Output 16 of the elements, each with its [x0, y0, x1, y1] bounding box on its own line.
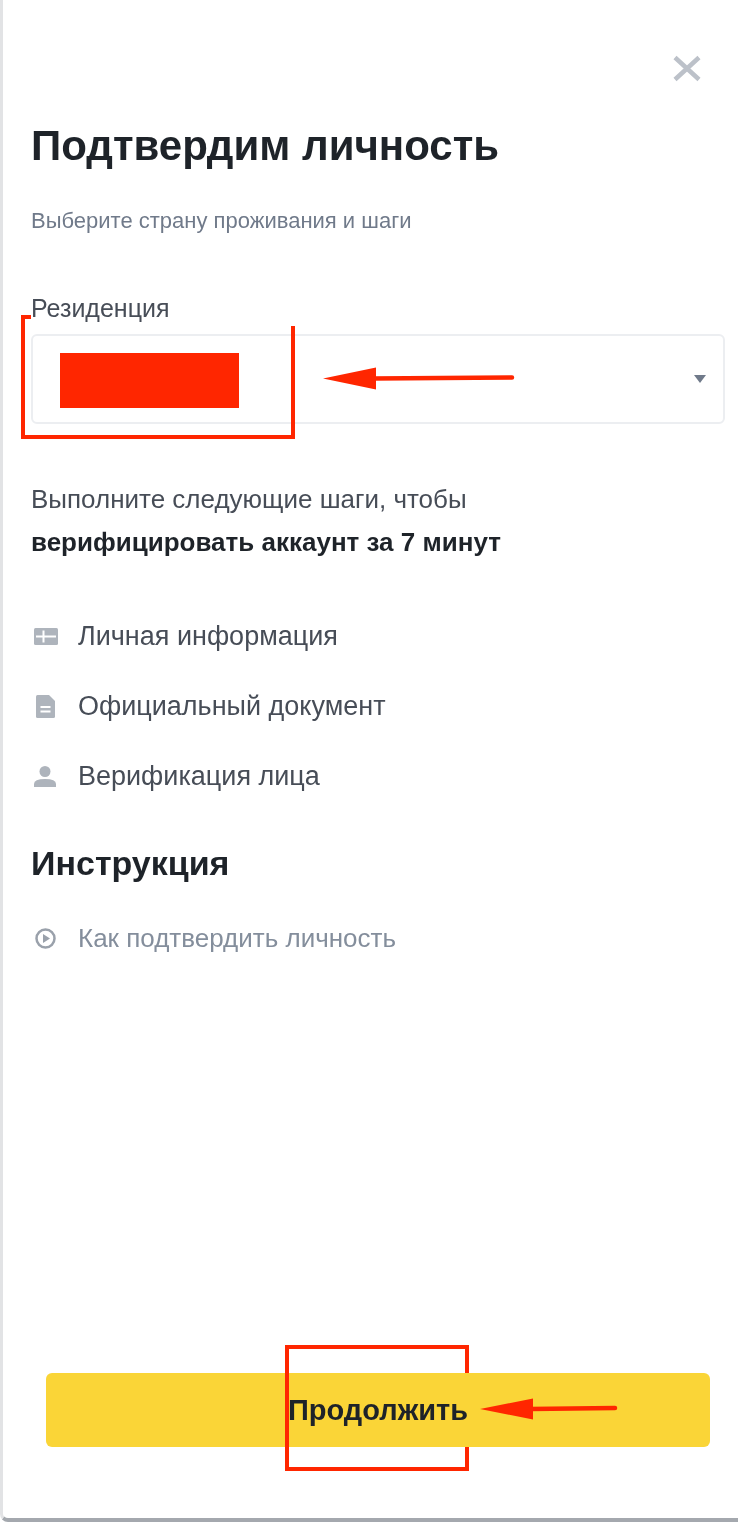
instruction-title: Инструкция: [31, 843, 231, 884]
continue-button[interactable]: Продолжить: [46, 1373, 710, 1447]
close-icon: [672, 55, 702, 82]
step-label: Личная информация: [78, 620, 338, 653]
residence-select[interactable]: [31, 334, 725, 424]
dialog-subtitle: Выберите страну проживания и шаги: [31, 207, 413, 235]
step-label: Верификация лица: [78, 760, 320, 793]
intro-text: Выполните следующие шаги, чтобы верифицировать аккаунт за 7 минут: [31, 483, 502, 559]
residence-label: Резиденция: [31, 293, 170, 324]
document-icon: [36, 694, 55, 718]
person-icon: [34, 765, 56, 787]
dialog-title: Подтвердим личность: [31, 122, 501, 170]
id-card-icon: [34, 627, 58, 645]
play-circle-icon: [35, 927, 56, 949]
caret-icon: [694, 375, 706, 383]
step-label: Официальный документ: [78, 690, 386, 723]
